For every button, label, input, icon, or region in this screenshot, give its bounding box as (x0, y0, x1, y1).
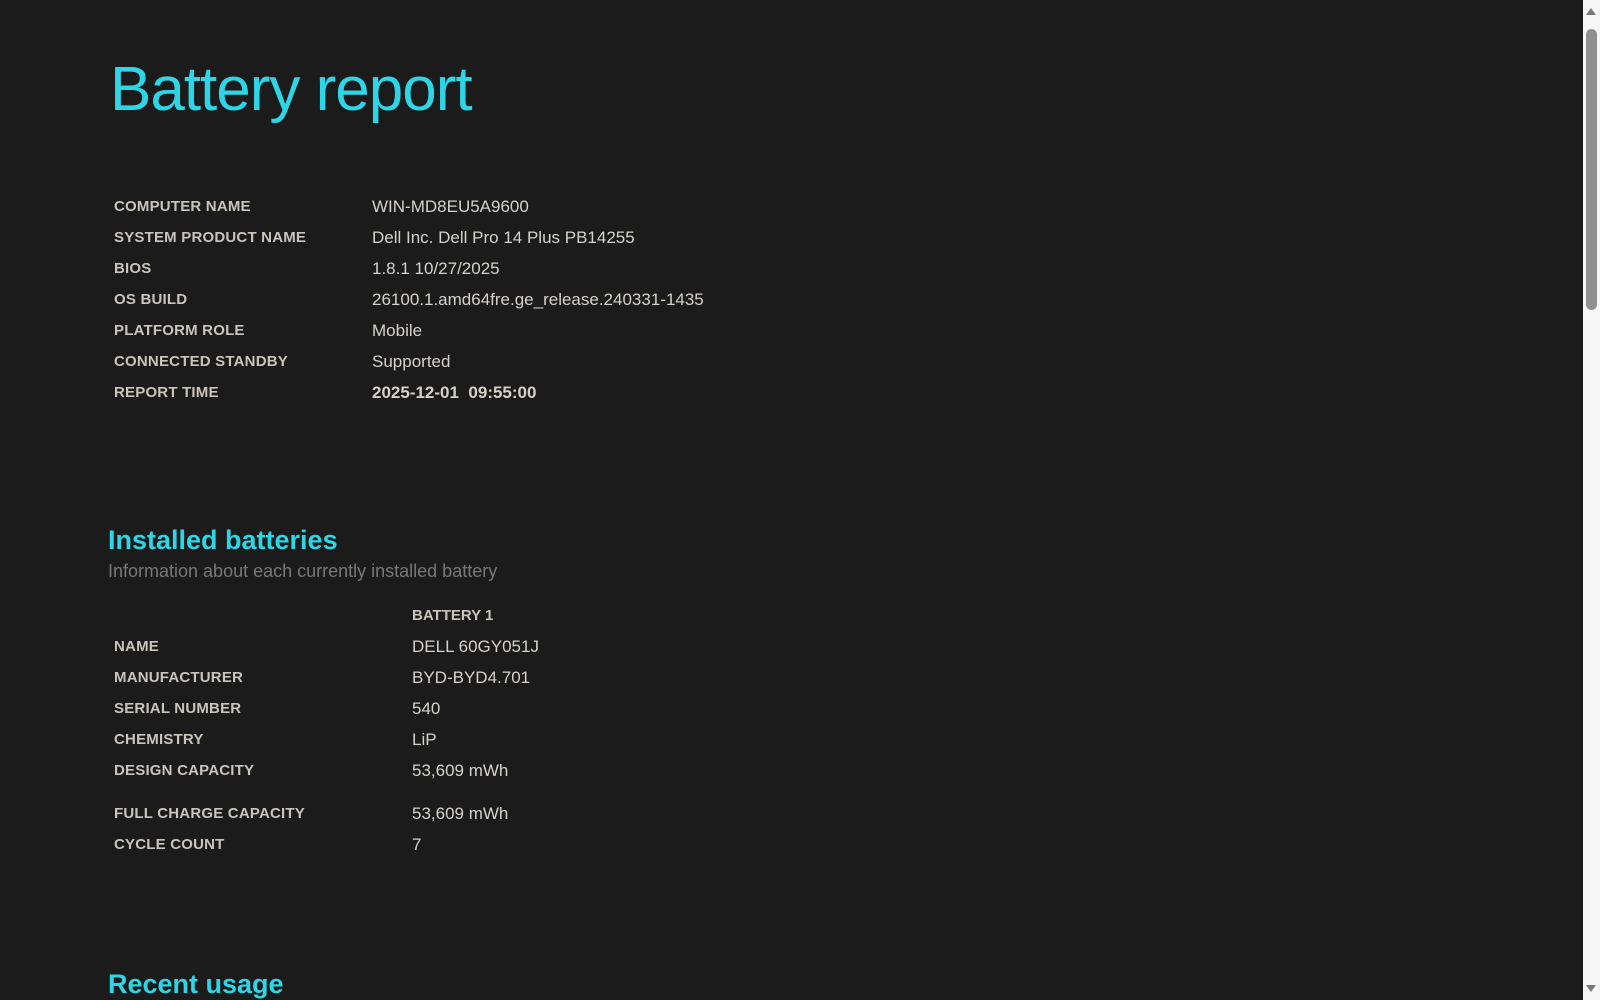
system-info-value: 26100.1.amd64fre.ge_release.240331-1435 (372, 290, 704, 309)
system-info-row: CONNECTED STANDBY Supported (114, 346, 1583, 377)
battery-label: CYCLE COUNT (114, 836, 225, 853)
system-info-row: OS BUILD 26100.1.amd64fre.ge_release.240… (114, 284, 1583, 315)
battery-table-header-row: BATTERY 1 (114, 600, 1583, 631)
system-info-label: CONNECTED STANDBY (114, 353, 288, 370)
battery-label: DESIGN CAPACITY (114, 762, 255, 779)
system-info-row: SYSTEM PRODUCT NAME Dell Inc. Dell Pro 1… (114, 222, 1583, 253)
battery-row: NAME DELL 60GY051J (114, 631, 1583, 662)
battery-table-group-gap (114, 786, 1583, 798)
battery-details-table: BATTERY 1 NAME DELL 60GY051J MANUFACTURE… (114, 600, 1583, 860)
system-info-table: COMPUTER NAME WIN-MD8EU5A9600 SYSTEM PRO… (114, 191, 1583, 408)
battery-label: FULL CHARGE CAPACITY (114, 805, 305, 822)
battery-value: LiP (412, 730, 437, 749)
battery-row: SERIAL NUMBER 540 (114, 693, 1583, 724)
battery-row: DESIGN CAPACITY 53,609 mWh (114, 755, 1583, 786)
battery-label: MANUFACTURER (114, 669, 244, 686)
battery-header-spacer (114, 600, 412, 631)
system-info-label: PLATFORM ROLE (114, 322, 245, 339)
report-time-value: 2025-12-01 09:55:00 (372, 383, 537, 402)
battery-row: CYCLE COUNT 7 (114, 829, 1583, 860)
vertical-scrollbar[interactable] (1583, 0, 1600, 1000)
scroll-down-icon[interactable] (1586, 985, 1596, 992)
installed-batteries-subtitle: Information about each currently install… (108, 561, 498, 581)
scrollbar-thumb[interactable] (1586, 29, 1597, 310)
battery-label: SERIAL NUMBER (114, 700, 242, 717)
system-info-label: REPORT TIME (114, 384, 219, 401)
battery-column-header: BATTERY 1 (412, 607, 494, 624)
recent-usage-heading: Recent usage (108, 969, 284, 999)
system-info-value: Supported (372, 352, 451, 371)
system-info-label: OS BUILD (114, 291, 188, 308)
battery-value: 53,609 mWh (412, 804, 509, 823)
page-title: Battery report (110, 55, 473, 124)
system-info-row-report-time: REPORT TIME 2025-12-01 09:55:00 (114, 377, 1583, 408)
battery-label: CHEMISTRY (114, 731, 204, 748)
recent-usage-section: Recent usage (0, 966, 1583, 1000)
battery-value: BYD-BYD4.701 (412, 668, 531, 687)
system-info-label: COMPUTER NAME (114, 198, 251, 215)
system-info-value: WIN-MD8EU5A9600 (372, 197, 529, 216)
system-info-value: 1.8.1 10/27/2025 (372, 259, 500, 278)
system-info-label: SYSTEM PRODUCT NAME (114, 229, 307, 246)
battery-row: MANUFACTURER BYD-BYD4.701 (114, 662, 1583, 693)
battery-label: NAME (114, 638, 159, 655)
scroll-up-icon[interactable] (1586, 8, 1596, 15)
battery-value: 53,609 mWh (412, 761, 509, 780)
battery-value: 540 (412, 699, 441, 718)
installed-batteries-heading: Installed batteries (108, 525, 338, 555)
battery-row: CHEMISTRY LiP (114, 724, 1583, 755)
installed-batteries-section: Installed batteries Information about ea… (0, 522, 1583, 860)
battery-value: DELL 60GY051J (412, 637, 539, 656)
system-info-row: PLATFORM ROLE Mobile (114, 315, 1583, 346)
system-info-value: Mobile (372, 321, 423, 340)
battery-row: FULL CHARGE CAPACITY 53,609 mWh (114, 798, 1583, 829)
system-info-row: COMPUTER NAME WIN-MD8EU5A9600 (114, 191, 1583, 222)
system-info-row: BIOS 1.8.1 10/27/2025 (114, 253, 1583, 284)
battery-value: 7 (412, 835, 422, 854)
system-info-label: BIOS (114, 260, 152, 277)
system-info-value: Dell Inc. Dell Pro 14 Plus PB14255 (372, 228, 635, 247)
battery-report-page: Battery report COMPUTER NAME WIN-MD8EU5A… (0, 0, 1583, 1000)
